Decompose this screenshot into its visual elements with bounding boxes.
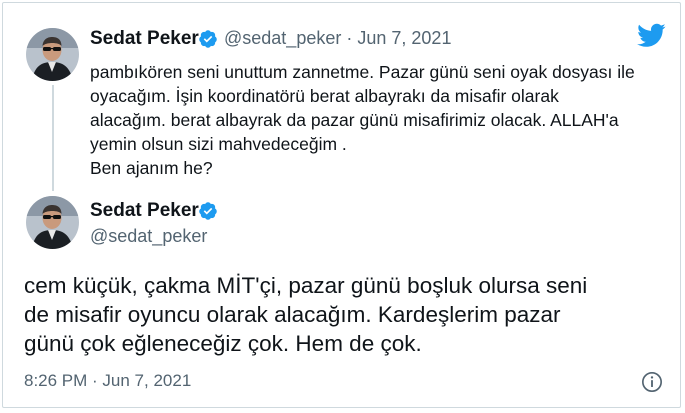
tweet-text-line: günü çok eğleneceğiz çok. Hem de çok. xyxy=(24,331,422,356)
tweet-text-line: de misafir oyuncu olarak alacağım. Karde… xyxy=(24,302,561,327)
verified-badge-icon xyxy=(199,30,217,48)
tweet-text-line: alacağım. berat albayrak da pazar günü m… xyxy=(90,110,619,130)
twitter-bird-icon[interactable] xyxy=(636,23,666,49)
tweet-text-line: Ben ajanım he? xyxy=(90,158,213,178)
author-handle[interactable]: @sedat_peker xyxy=(90,226,207,247)
author-handle[interactable]: @sedat_peker xyxy=(224,28,341,48)
meta-separator: · xyxy=(346,28,353,48)
tweet-date[interactable]: Jun 7, 2021 xyxy=(357,28,451,48)
tweet-timestamp[interactable]: 8:26 PM · Jun 7, 2021 xyxy=(24,371,191,391)
tweet-meta: @sedat_peker · Jun 7, 2021 xyxy=(224,28,451,49)
tweet-text-line: cem küçük, çakma MİT'çi, pazar günü boşl… xyxy=(24,273,588,298)
tweet-text: pambıkören seni unuttum zannetme. Pazar … xyxy=(90,60,650,180)
tweet-text-line: oyacağım. İşin koordinatörü berat albayr… xyxy=(90,86,559,106)
thread-connector-line xyxy=(52,85,54,191)
tweet-text: cem küçük, çakma MİT'çi, pazar günü boşl… xyxy=(24,271,664,358)
avatar[interactable] xyxy=(26,196,79,249)
info-icon[interactable] xyxy=(641,371,663,393)
author-name[interactable]: Sedat Peker xyxy=(90,200,199,222)
author-name[interactable]: Sedat Peker xyxy=(90,28,199,50)
verified-badge-icon xyxy=(199,202,217,220)
avatar[interactable] xyxy=(26,28,79,81)
tweet-text-line: yemin olsun sizi mahvedeceğim . xyxy=(90,134,347,154)
tweet-text-line: pambıkören seni unuttum zannetme. Pazar … xyxy=(90,62,635,82)
